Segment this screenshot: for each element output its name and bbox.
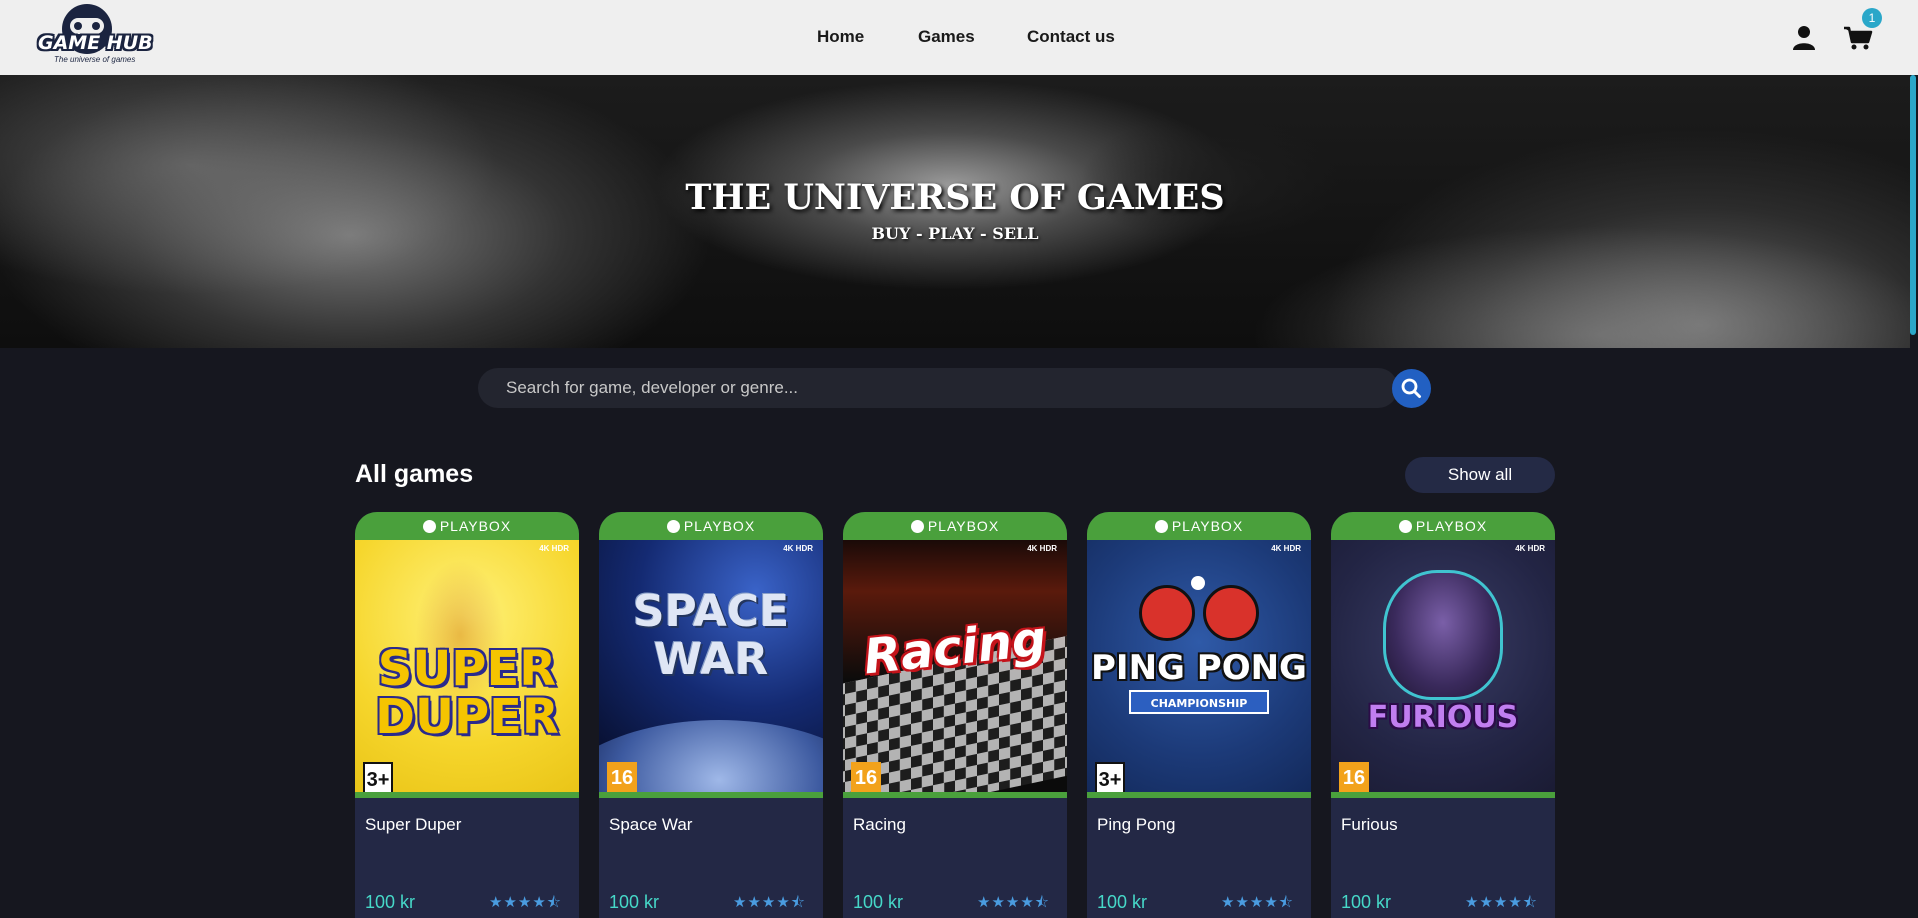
- rating-stars: ★★★★⯪: [733, 894, 806, 911]
- cover-divider: [1087, 792, 1311, 798]
- game-title: Racing: [853, 815, 906, 834]
- age-rating-badge: 3+: [1095, 762, 1125, 794]
- cover-title: SPACE WAR: [632, 586, 790, 685]
- platform-label: PLAYBOX: [1171, 518, 1244, 534]
- hero-title: THE UNIVERSE OF GAMES: [685, 177, 1225, 218]
- game-card-ping-pong[interactable]: PLAYBOX 4K HDR PING PONG CHAMPIONSHIP 3+…: [1087, 512, 1311, 918]
- search-input[interactable]: [506, 368, 1346, 408]
- playbox-logo-icon: [1154, 520, 1168, 533]
- playbox-logo-icon: [910, 520, 924, 533]
- age-rating-badge: 3+: [363, 762, 393, 794]
- cover-divider: [843, 792, 1067, 798]
- cart-count-badge: 1: [1862, 8, 1882, 28]
- hero-subtitle: BUY - PLAY - SELL: [871, 224, 1039, 243]
- hand-right-shape: [1250, 225, 1910, 348]
- game-cover: 4K HDR SUPER DUPER 3+: [355, 540, 579, 796]
- platform-label: PLAYBOX: [1415, 518, 1488, 534]
- game-title: Space War: [609, 815, 693, 834]
- rating-stars: ★★★★⯪: [1221, 894, 1294, 911]
- game-card-super-duper[interactable]: PLAYBOX 4K HDR SUPER DUPER 3+ Super Dupe…: [355, 512, 579, 918]
- rating-stars: ★★★★⯪: [1465, 894, 1538, 911]
- platform-banner: PLAYBOX: [355, 512, 579, 540]
- scrollbar-thumb[interactable]: [1910, 75, 1916, 335]
- cart-icon[interactable]: [1843, 25, 1873, 51]
- age-rating-badge: 16: [851, 762, 881, 794]
- cover-badge: 4K HDR: [1515, 544, 1545, 553]
- game-title: Super Duper: [365, 815, 462, 834]
- cover-title: FURIOUS: [1367, 700, 1519, 735]
- playbox-logo-icon: [666, 520, 680, 533]
- logo-tagline: The universe of games: [54, 55, 136, 64]
- logo-text: GAME HUB: [38, 32, 153, 54]
- platform-label: PLAYBOX: [439, 518, 512, 534]
- ball: [1191, 576, 1205, 590]
- game-card-space-war[interactable]: PLAYBOX 4K HDR SPACE WAR 16 Space War 10…: [599, 512, 823, 918]
- hero-banner: THE UNIVERSE OF GAMES BUY - PLAY - SELL: [0, 75, 1910, 348]
- game-price: 100 kr: [853, 892, 904, 912]
- platform-banner: PLAYBOX: [599, 512, 823, 540]
- nav-games[interactable]: Games: [918, 27, 975, 47]
- game-card-racing[interactable]: PLAYBOX 4K HDR Racing 16 Racing 100 kr ★…: [843, 512, 1067, 918]
- game-cover: 4K HDR PING PONG CHAMPIONSHIP 3+: [1087, 540, 1311, 796]
- game-price: 100 kr: [609, 892, 660, 912]
- cover-badge: 4K HDR: [1271, 544, 1301, 553]
- age-rating-badge: 16: [607, 762, 637, 794]
- paddle-left: [1139, 585, 1195, 641]
- search-icon: [1401, 378, 1421, 398]
- game-cover: 4K HDR SPACE WAR 16: [599, 540, 823, 796]
- cover-divider: [355, 792, 579, 798]
- game-price: 100 kr: [1097, 892, 1148, 912]
- game-hub-logo[interactable]: GAME HUB The universe of games: [36, 2, 153, 66]
- game-title: Furious: [1341, 815, 1398, 834]
- game-price: 100 kr: [1341, 892, 1392, 912]
- gorilla-mascot: [1383, 570, 1503, 700]
- playbox-logo-icon: [1398, 520, 1412, 533]
- rating-stars: ★★★★⯪: [977, 894, 1050, 911]
- rating-stars: ★★★★⯪: [489, 894, 562, 911]
- playbox-logo-icon: [422, 520, 436, 533]
- site-header: GAME HUB The universe of games Home Game…: [0, 0, 1918, 75]
- paddle-right: [1203, 585, 1259, 641]
- game-price: 100 kr: [365, 892, 416, 912]
- search-bar: [478, 368, 1398, 408]
- nav-home[interactable]: Home: [817, 27, 864, 47]
- game-cover: 4K HDR FURIOUS 16: [1331, 540, 1555, 796]
- platform-banner: PLAYBOX: [1331, 512, 1555, 540]
- cover-title: SUPER DUPER: [375, 641, 559, 745]
- cover-badge: 4K HDR: [1027, 544, 1057, 553]
- cover-subtitle: CHAMPIONSHIP: [1129, 690, 1269, 714]
- game-title: Ping Pong: [1097, 815, 1176, 834]
- game-card-furious[interactable]: PLAYBOX 4K HDR FURIOUS 16 Furious 100 kr…: [1331, 512, 1555, 918]
- cover-title: PING PONG: [1091, 648, 1307, 688]
- section-title: All games: [355, 460, 474, 488]
- cover-divider: [1331, 792, 1555, 798]
- cover-divider: [599, 792, 823, 798]
- platform-label: PLAYBOX: [927, 518, 1000, 534]
- platform-banner: PLAYBOX: [843, 512, 1067, 540]
- platform-banner: PLAYBOX: [1087, 512, 1311, 540]
- user-icon[interactable]: [1791, 25, 1817, 51]
- show-all-button[interactable]: Show all: [1405, 457, 1555, 493]
- cover-badge: 4K HDR: [539, 544, 569, 553]
- search-button[interactable]: [1392, 369, 1431, 408]
- game-cover: 4K HDR Racing 16: [843, 540, 1067, 796]
- nav-contact-us[interactable]: Contact us: [1027, 27, 1115, 47]
- age-rating-badge: 16: [1339, 762, 1369, 794]
- platform-label: PLAYBOX: [683, 518, 756, 534]
- cover-badge: 4K HDR: [783, 544, 813, 553]
